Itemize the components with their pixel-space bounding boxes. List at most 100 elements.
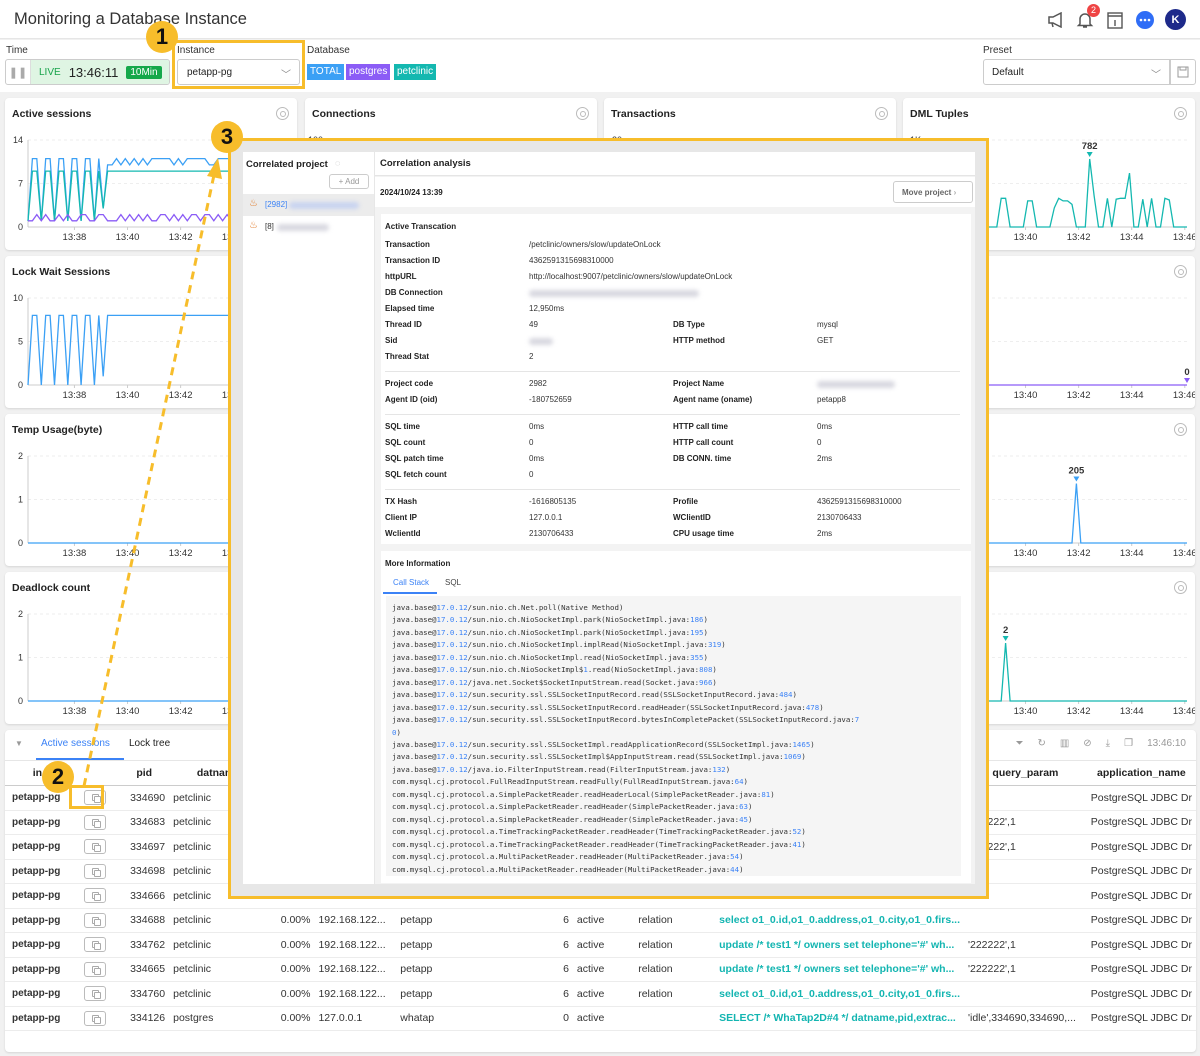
copy-cell [69,883,120,909]
field-label: Project code [385,379,434,388]
peak-marker [1086,151,1093,157]
stack-line: java.base@17.0.12/java.net.Socket$Socket… [392,677,717,687]
project-item-8[interactable]: ♨ [8] [243,216,374,238]
instance-value: petapp-pg [187,67,233,78]
chart-title: Deadlock count [12,582,91,594]
toolbar-time: 13:46:10 [1147,738,1186,749]
column-header[interactable]: application_name [1086,760,1196,786]
peak-marker [1073,476,1080,482]
column-header[interactable] [69,760,120,786]
analysis-header: Correlation analysis [375,152,975,176]
query-cell[interactable]: SELECT /* WhaTap2D#4 */ datname,pid,extr… [715,1006,964,1031]
table-row[interactable]: petapp-pg 334688 petclinic 0.00% 192.168.122… [5,908,1196,933]
gear-icon[interactable] [1174,581,1187,594]
redacted-project-name [277,224,329,231]
cpu-cell: 0.00% [267,981,315,1007]
instance-cell: petapp-pg [5,859,70,884]
application-name-cell: PostgreSQL JDBC Dr [1086,785,1196,811]
info-panel-icon[interactable] [1104,9,1126,31]
copy-cell [69,932,120,958]
call-stack-view[interactable]: java.base@17.0.12/sun.nio.ch.Net.poll(Na… [386,596,961,876]
bell-icon[interactable]: 2 [1074,4,1100,31]
database-label: Database [307,45,350,56]
page-title: Monitoring a Database Instance [14,10,247,28]
live-label: LIVE [39,66,61,78]
time-control: ❚❚ LIVE 13:46:11 10Min [5,59,170,85]
pid-cell: 334688 [119,908,170,933]
correlation-button[interactable] [83,986,106,1002]
app-header: Monitoring a Database Instance 2 K [0,0,1200,39]
table-row[interactable]: petapp-pg 334762 petclinic 0.00% 192.168.122… [5,932,1196,958]
add-project-button[interactable]: + Add [329,174,369,189]
backend-count-cell: 0 [528,1006,573,1031]
gear-icon[interactable] [276,107,289,120]
megaphone-icon[interactable] [1045,9,1067,31]
y-tick-label: 0 [18,222,23,232]
active-transaction-card: Active Transcation Transaction/petclinic… [381,214,971,544]
pause-button[interactable]: ❚❚ [6,60,31,84]
redacted-value [529,338,553,345]
correlation-button[interactable] [83,1010,106,1026]
database-tag-postgres[interactable]: postgres [346,64,391,80]
columns-icon[interactable]: ▥ [1060,738,1069,749]
correlation-button[interactable] [83,888,106,904]
database-tag-total[interactable]: TOTAL [307,64,345,80]
avatar[interactable]: K [1165,9,1186,30]
filter-icon[interactable]: ⏷ [1015,738,1023,749]
correlation-button[interactable] [83,839,106,855]
gear-icon[interactable] [1174,265,1187,278]
instance-select[interactable]: petapp-pg ﹀ [177,59,300,85]
query-cell[interactable]: select o1_0.id,o1_0.address,o1_0.city,o1… [715,981,964,1007]
correlation-button[interactable] [83,937,106,953]
datname-cell: petclinic [169,932,268,958]
y-tick-label: 14 [13,135,23,145]
project-item-2982[interactable]: ♨ [2982] [243,194,374,216]
divider [385,489,960,490]
chat-icon[interactable] [1134,9,1156,31]
gear-icon[interactable] [1174,107,1187,120]
divider [385,414,960,415]
query-cell[interactable]: update /* test1 */ owners set telephone=… [715,957,964,982]
move-project-button[interactable]: Move project › [893,181,973,203]
gear-icon[interactable] [1174,423,1187,436]
popout-icon[interactable]: ❐ [1124,738,1133,749]
correlation-button[interactable] [83,912,106,928]
project-code: [8] [265,222,274,231]
tab-lock-tree[interactable]: Lock tree [129,738,170,749]
query-cell[interactable]: update /* test1 */ owners set telephone=… [715,932,964,958]
table-row[interactable]: petapp-pg 334126 postgres 0.00% 127.0.0.1 wha… [5,1006,1196,1031]
tab-active-sessions[interactable]: Active sessions [41,738,110,749]
save-preset-button[interactable] [1170,59,1196,85]
correlation-button[interactable] [83,814,106,830]
refresh-icon[interactable]: ↻ [1037,738,1045,749]
correlation-button[interactable] [83,961,106,977]
time-window-button[interactable]: 10Min [126,65,162,79]
backend-count-cell: 6 [528,932,573,958]
field-value: 0 [529,438,534,447]
column-header[interactable]: pid [119,760,170,786]
field-value: 0ms [529,422,545,431]
preset-select[interactable]: Default ﹀ [983,59,1170,85]
y-tick-label: 10 [13,293,23,303]
wait-event-type-cell: relation [634,981,716,1007]
table-row[interactable]: petapp-pg 334665 petclinic 0.00% 192.168.122… [5,957,1196,982]
application-name-cell: PostgreSQL JDBC Dr [1086,810,1196,835]
field-value: 127.0.0.1 [529,513,563,522]
download-icon[interactable]: ⤓ [1106,738,1110,749]
table-row[interactable]: petapp-pg 334760 petclinic 0.00% 192.168.122… [5,981,1196,1007]
block-icon[interactable]: ⊘ [1083,738,1091,749]
x-tick-label: 13:40 [116,390,140,401]
correlation-button[interactable] [83,863,106,879]
usename-cell: petapp [396,957,529,982]
gear-icon[interactable] [576,107,589,120]
database-tag-petclinic[interactable]: petclinic [394,64,437,80]
query-cell[interactable]: select o1_0.id,o1_0.address,o1_0.city,o1… [715,908,964,933]
stack-line: java.base@17.0.12/sun.security.ssl.SSLSo… [392,715,860,737]
chevron-right-icon: › [953,188,957,197]
x-tick-label: 13:38 [63,390,87,401]
gear-icon[interactable] [875,107,888,120]
tab-sql[interactable]: SQL [445,578,461,587]
field-value: 0 [817,438,822,447]
collapse-icon[interactable]: ▼ [15,739,23,748]
tab-call-stack[interactable]: Call Stack [393,578,429,587]
